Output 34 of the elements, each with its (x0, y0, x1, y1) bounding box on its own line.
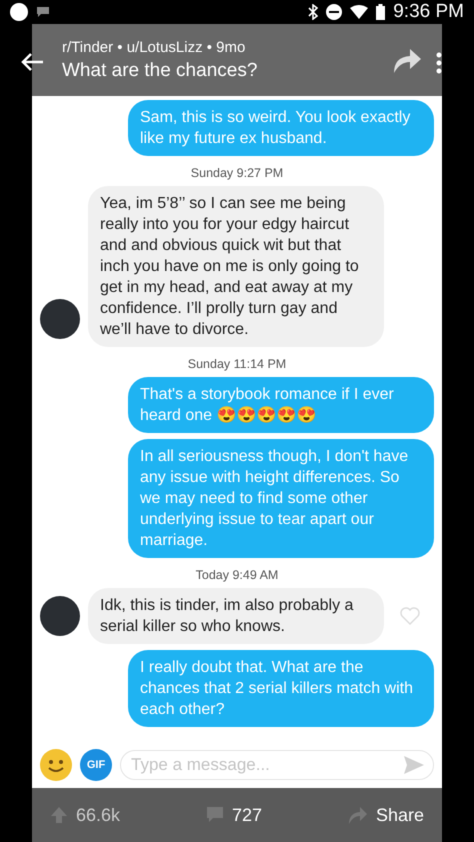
do-not-disturb-icon (326, 4, 342, 20)
sent-message: In all seriousness though, I don't have any issue with height differences. So we may need to find some other underlying issue to tear apart our marriage. (128, 439, 434, 558)
wifi-icon (350, 5, 368, 19)
message-timestamp: Today 9:49 AM (196, 568, 278, 582)
post-title: What are the chances? (62, 60, 258, 82)
smiley-icon[interactable] (40, 749, 72, 781)
bluetooth-icon (308, 4, 318, 20)
upvote-button[interactable]: 66.6k (46, 800, 124, 830)
avatar (40, 596, 80, 636)
comment-count: 727 (232, 804, 262, 826)
more-options-icon[interactable] (436, 52, 442, 74)
share-label: Share (376, 804, 424, 826)
avatar (40, 299, 80, 339)
vote-count: 66.6k (76, 804, 120, 826)
clock: 9:36 PM (393, 1, 464, 23)
sent-message: Sam, this is so weird. You look exactly like my future ex husband. (128, 100, 434, 156)
comments-button[interactable]: 727 (202, 800, 266, 830)
share-arrow-icon[interactable] (392, 47, 422, 73)
received-message: Idk, this is tinder, im also probably a serial killer so who knows. (88, 588, 384, 644)
share-button[interactable]: Share (344, 800, 428, 830)
back-arrow-icon[interactable] (20, 52, 44, 72)
message-icon (36, 6, 50, 18)
sent-message: I really doubt that. What are the chances that 2 serial killers match with each other? (128, 650, 434, 727)
message-timestamp: Sunday 9:27 PM (190, 166, 284, 180)
share-icon (348, 806, 368, 824)
upvote-arrow-icon (50, 806, 68, 824)
battery-icon (376, 4, 386, 20)
message-timestamp: Sunday 11:14 PM (188, 357, 286, 371)
received-message: Yea, im 5’8’’ so I can see me being really into you for your edgy haircut and and obvious quick wit but that inch you have on me is only going to get in my head, and eat away at my confidence. I’ll prolly turn gay and we’ll have to divorce. (88, 186, 384, 347)
gif-button[interactable]: GIF (80, 749, 112, 781)
comment-icon (206, 806, 224, 824)
sent-message: That's a storybook romance if I ever heard one 😍😍😍😍😍 (128, 377, 434, 433)
post-meta: r/Tinder • u/LotusLizz • 9mo (62, 38, 246, 56)
message-field[interactable]: Type a message... (120, 750, 434, 780)
